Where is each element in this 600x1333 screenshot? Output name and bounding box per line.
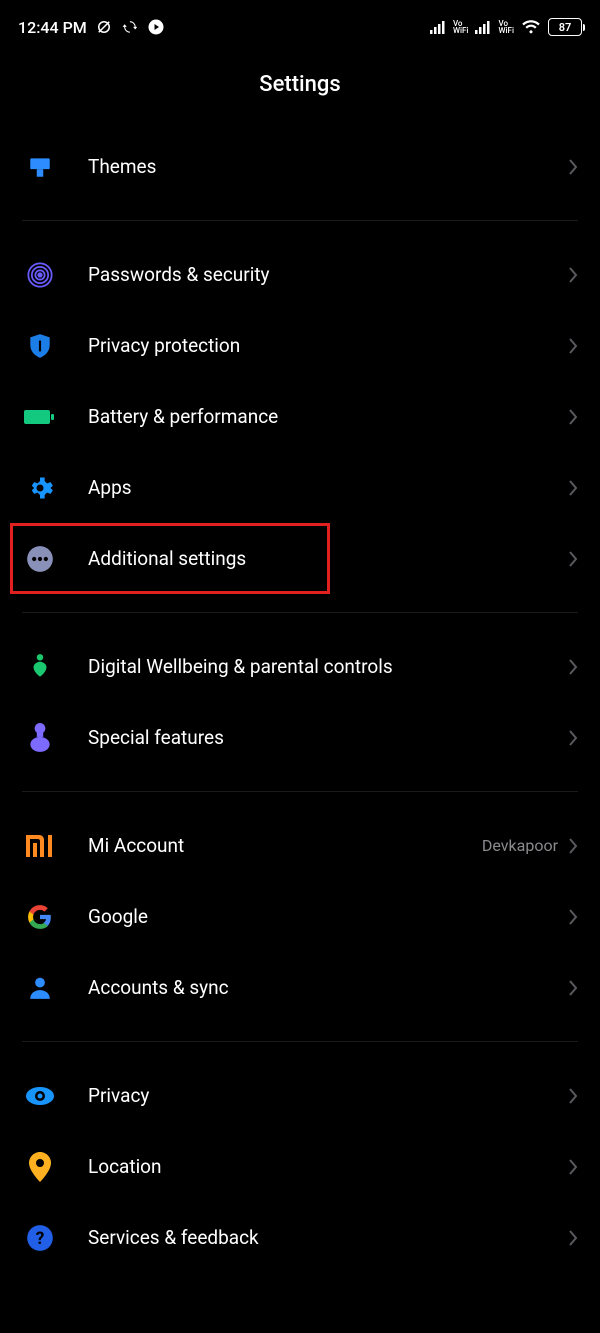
- shield-icon: [22, 328, 58, 364]
- themes-icon: [22, 149, 58, 185]
- status-time: 12:44 PM: [18, 18, 87, 37]
- item-privacy[interactable]: Privacy: [0, 1060, 600, 1131]
- chevron-right-icon: [568, 337, 578, 355]
- chevron-right-icon: [568, 408, 578, 426]
- label-mi-account: Mi Account: [88, 834, 482, 857]
- label-themes: Themes: [88, 155, 568, 178]
- chevron-right-icon: [568, 658, 578, 676]
- more-icon: [22, 541, 58, 577]
- person-icon: [22, 970, 58, 1006]
- mi-logo-icon: [22, 828, 58, 864]
- signal-icon-2: [475, 20, 491, 34]
- label-additional: Additional settings: [88, 547, 568, 570]
- flask-icon: [22, 720, 58, 756]
- item-google[interactable]: Google: [0, 881, 600, 952]
- chevron-right-icon: [568, 266, 578, 284]
- signal-icon: [430, 20, 446, 34]
- item-passwords[interactable]: Passwords & security: [0, 239, 600, 310]
- battery-indicator: 87: [548, 18, 582, 36]
- label-google: Google: [88, 905, 568, 928]
- svg-text:?: ?: [36, 1228, 45, 1248]
- chevron-right-icon: [568, 729, 578, 747]
- label-location: Location: [88, 1155, 568, 1178]
- status-right: VoWiFi VoWiFi 87: [430, 18, 582, 36]
- wifi-icon: [521, 19, 541, 35]
- chevron-right-icon: [568, 1087, 578, 1105]
- google-icon: [22, 899, 58, 935]
- loop-icon: [121, 18, 139, 36]
- gear-icon: [22, 470, 58, 506]
- label-apps: Apps: [88, 476, 568, 499]
- mute-icon: [95, 18, 113, 36]
- help-icon: ?: [22, 1220, 58, 1256]
- item-themes[interactable]: Themes: [0, 131, 600, 202]
- divider: [22, 791, 578, 792]
- chevron-right-icon: [568, 979, 578, 997]
- vowifi-icon-1: VoWiFi: [453, 20, 469, 34]
- label-passwords: Passwords & security: [88, 263, 568, 286]
- status-bar: 12:44 PM VoWiFi VoWiFi 87: [0, 0, 600, 50]
- status-left: 12:44 PM: [18, 18, 165, 37]
- label-wellbeing: Digital Wellbeing & parental controls: [88, 655, 568, 678]
- item-special-features[interactable]: Special features: [0, 702, 600, 773]
- divider: [22, 1041, 578, 1042]
- label-battery: Battery & performance: [88, 405, 568, 428]
- item-accounts-sync[interactable]: Accounts & sync: [0, 952, 600, 1023]
- item-privacy-protection[interactable]: Privacy protection: [0, 310, 600, 381]
- label-privacy-protection: Privacy protection: [88, 334, 568, 357]
- page-title: Settings: [0, 50, 600, 131]
- chevron-right-icon: [568, 158, 578, 176]
- divider: [22, 220, 578, 221]
- item-location[interactable]: Location: [0, 1131, 600, 1202]
- item-services-feedback[interactable]: ? Services & feedback: [0, 1202, 600, 1273]
- chevron-right-icon: [568, 1158, 578, 1176]
- eye-icon: [22, 1078, 58, 1114]
- chevron-right-icon: [568, 1229, 578, 1247]
- item-apps[interactable]: Apps: [0, 452, 600, 523]
- chevron-right-icon: [568, 908, 578, 926]
- chevron-right-icon: [568, 837, 578, 855]
- label-special: Special features: [88, 726, 568, 749]
- location-icon: [22, 1149, 58, 1185]
- label-services: Services & feedback: [88, 1226, 568, 1249]
- label-privacy: Privacy: [88, 1084, 568, 1107]
- chevron-right-icon: [568, 479, 578, 497]
- chevron-right-icon: [568, 550, 578, 568]
- divider: [22, 612, 578, 613]
- item-mi-account[interactable]: Mi Account Devkapoor: [0, 810, 600, 881]
- label-accounts-sync: Accounts & sync: [88, 976, 568, 999]
- value-mi-account: Devkapoor: [482, 836, 558, 855]
- item-additional-settings[interactable]: Additional settings: [0, 523, 600, 594]
- play-icon: [147, 18, 165, 36]
- item-wellbeing[interactable]: Digital Wellbeing & parental controls: [0, 631, 600, 702]
- battery-icon: [22, 399, 58, 435]
- vowifi-icon-2: VoWiFi: [498, 20, 514, 34]
- item-battery[interactable]: Battery & performance: [0, 381, 600, 452]
- wellbeing-icon: [22, 649, 58, 685]
- fingerprint-icon: [22, 257, 58, 293]
